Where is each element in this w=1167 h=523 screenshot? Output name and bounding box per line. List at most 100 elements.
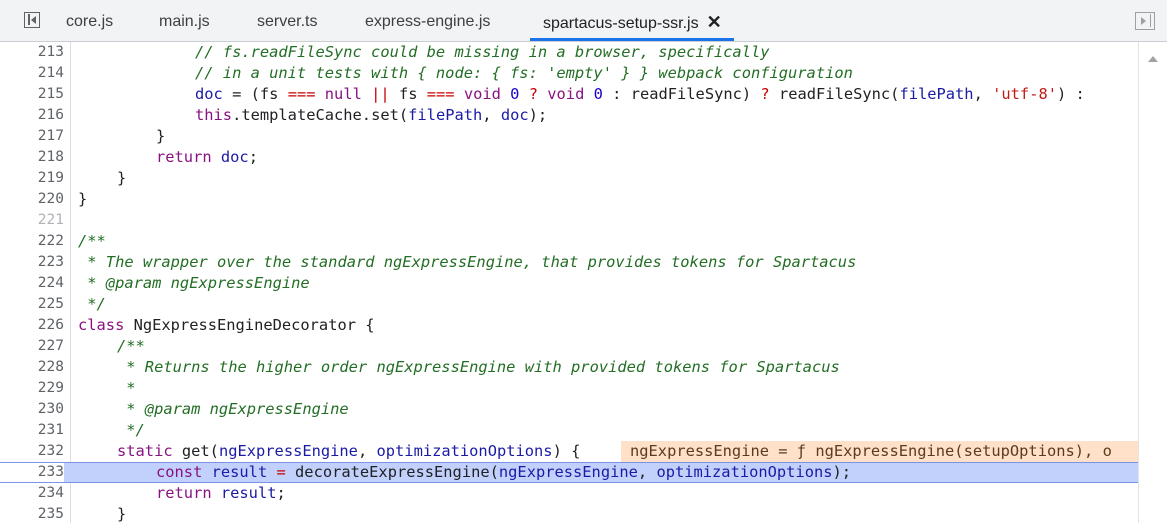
code-text: : readFileSync) — [602, 85, 761, 103]
code-line: 226 class NgExpressEngineDecorator { — [0, 315, 1138, 336]
line-number[interactable]: 224 — [0, 273, 64, 294]
line-number[interactable]: 213 — [0, 42, 64, 63]
line-number[interactable]: 231 — [0, 420, 64, 441]
punct: ; — [276, 484, 286, 502]
code-line: 224 * @param ngExpressEngine — [0, 273, 1138, 294]
line-number[interactable]: 232 — [0, 441, 64, 462]
scroll-up-arrow-icon[interactable] — [1148, 56, 1158, 62]
line-number[interactable]: 216 — [0, 105, 64, 126]
tab-spartacus-setup-ssr-js[interactable]: spartacus-setup-ssr.js ✕ — [530, 0, 734, 41]
code-line: 222 /** — [0, 231, 1138, 252]
punct: ) { — [552, 442, 581, 460]
punct: , — [357, 442, 377, 460]
code-line: 235} — [0, 504, 1138, 523]
code-line: 223 * The wrapper over the standard ngEx… — [0, 252, 1138, 273]
operator: === — [417, 85, 464, 103]
code-editor[interactable]: 213 // fs.readFileSync could be missing i… — [0, 42, 1167, 523]
line-number[interactable]: 230 — [0, 399, 64, 420]
code-line: 229 * — [0, 378, 1138, 399]
keyword: return — [156, 484, 212, 502]
identifier: fs — [259, 85, 279, 103]
comment: // fs.readFileSync could be missing in a… — [195, 43, 770, 61]
keyword: const — [156, 463, 203, 481]
line-number[interactable]: 214 — [0, 63, 64, 84]
editor-tab-bar: core.js main.js server.ts express-engine… — [0, 0, 1167, 42]
line-number[interactable]: 228 — [0, 357, 64, 378]
keyword: void — [547, 85, 585, 103]
keyword: null — [324, 85, 362, 103]
line-number[interactable]: 235 — [0, 504, 64, 523]
punct: ) : — [1057, 85, 1085, 103]
line-number[interactable]: 227 — [0, 336, 64, 357]
tab-core-js[interactable]: core.js — [66, 0, 113, 41]
identifier: doc — [211, 148, 249, 166]
line-number[interactable]: 223 — [0, 252, 64, 273]
code-line: 227 /** — [0, 336, 1138, 357]
operator: || — [361, 85, 399, 103]
active-tab-indicator — [530, 38, 734, 41]
identifier: filePath — [899, 85, 974, 103]
line-number[interactable]: 234 — [0, 483, 64, 504]
code-line: 231 */ — [0, 420, 1138, 441]
brace: } — [156, 127, 166, 145]
keyword: class — [78, 316, 125, 334]
code-text: NgExpressEngineDecorator { — [124, 316, 375, 334]
line-number[interactable]: 215 — [0, 84, 64, 105]
keyword: void — [463, 85, 501, 103]
code-line: 217} — [0, 126, 1138, 147]
code-text: decorateExpressEngine( — [295, 463, 499, 481]
line-number[interactable]: 229 — [0, 378, 64, 399]
identifier: doc — [500, 106, 529, 124]
comment: * Returns the higher order ngExpressEngi… — [117, 358, 840, 376]
identifier: ngExpressEngine — [218, 442, 358, 460]
code-line: 232 static get(ngExpressEngine, optimizat… — [0, 441, 1138, 462]
comment: // in a unit tests with { node: { fs: 'e… — [195, 64, 853, 82]
comment: */ — [78, 295, 106, 313]
punct: , — [482, 106, 501, 124]
punct: ; — [248, 148, 258, 166]
code-line: 219} — [0, 168, 1138, 189]
navigator-toggle-icon[interactable] — [24, 12, 40, 28]
brace: } — [117, 505, 127, 523]
comment: */ — [117, 421, 145, 439]
code-text: get( — [172, 442, 219, 460]
tab-label: server.ts — [257, 13, 318, 30]
line-number[interactable]: 221 — [0, 210, 64, 231]
inline-value-preview[interactable]: ngExpressEngine = ƒ ngExpressEngine(setu… — [621, 441, 1138, 462]
line-number[interactable]: 222 — [0, 231, 64, 252]
identifier: result — [202, 463, 268, 481]
punct: ); — [528, 106, 548, 124]
line-number[interactable]: 220 — [0, 189, 64, 210]
identifier: optimizationOptions — [376, 442, 553, 460]
number: 0 — [500, 85, 520, 103]
comment: * @param ngExpressEngine — [117, 400, 349, 418]
brace: } — [78, 190, 88, 208]
debugger-toggle-icon[interactable] — [1135, 12, 1155, 30]
current-execution-line: 233 const result = decorateExpressEngine(… — [0, 462, 1138, 483]
identifier: ngExpressEngine — [498, 463, 638, 481]
code-line: 228 * Returns the higher order ngExpress… — [0, 357, 1138, 378]
identifier: filePath — [408, 106, 483, 124]
brace: } — [117, 169, 127, 187]
operator: = — [267, 463, 296, 481]
string: 'utf-8' — [992, 85, 1057, 103]
tab-main-js[interactable]: main.js — [159, 0, 210, 41]
tab-express-engine-js[interactable]: express-engine.js — [365, 0, 490, 41]
code-line: 234 return result; — [0, 483, 1138, 504]
vertical-scrollbar[interactable] — [1138, 42, 1167, 523]
code-line: 221 — [0, 210, 1138, 231]
line-number[interactable]: 225 — [0, 294, 64, 315]
operator: ? — [760, 85, 770, 103]
line-number[interactable]: 217 — [0, 126, 64, 147]
code-text: .templateCache.set( — [232, 106, 409, 124]
code-line: 216 this.templateCache.set(filePath, doc)… — [0, 105, 1138, 126]
number: 0 — [584, 85, 603, 103]
keyword: static — [117, 442, 173, 460]
line-number[interactable]: 226 — [0, 315, 64, 336]
tab-server-ts[interactable]: server.ts — [257, 0, 317, 41]
line-number[interactable]: 218 — [0, 147, 64, 168]
line-number[interactable]: 233 — [0, 463, 64, 482]
keyword: return — [156, 148, 212, 166]
line-number[interactable]: 219 — [0, 168, 64, 189]
code-line: 214 // in a unit tests with { node: { fs:… — [0, 63, 1138, 84]
